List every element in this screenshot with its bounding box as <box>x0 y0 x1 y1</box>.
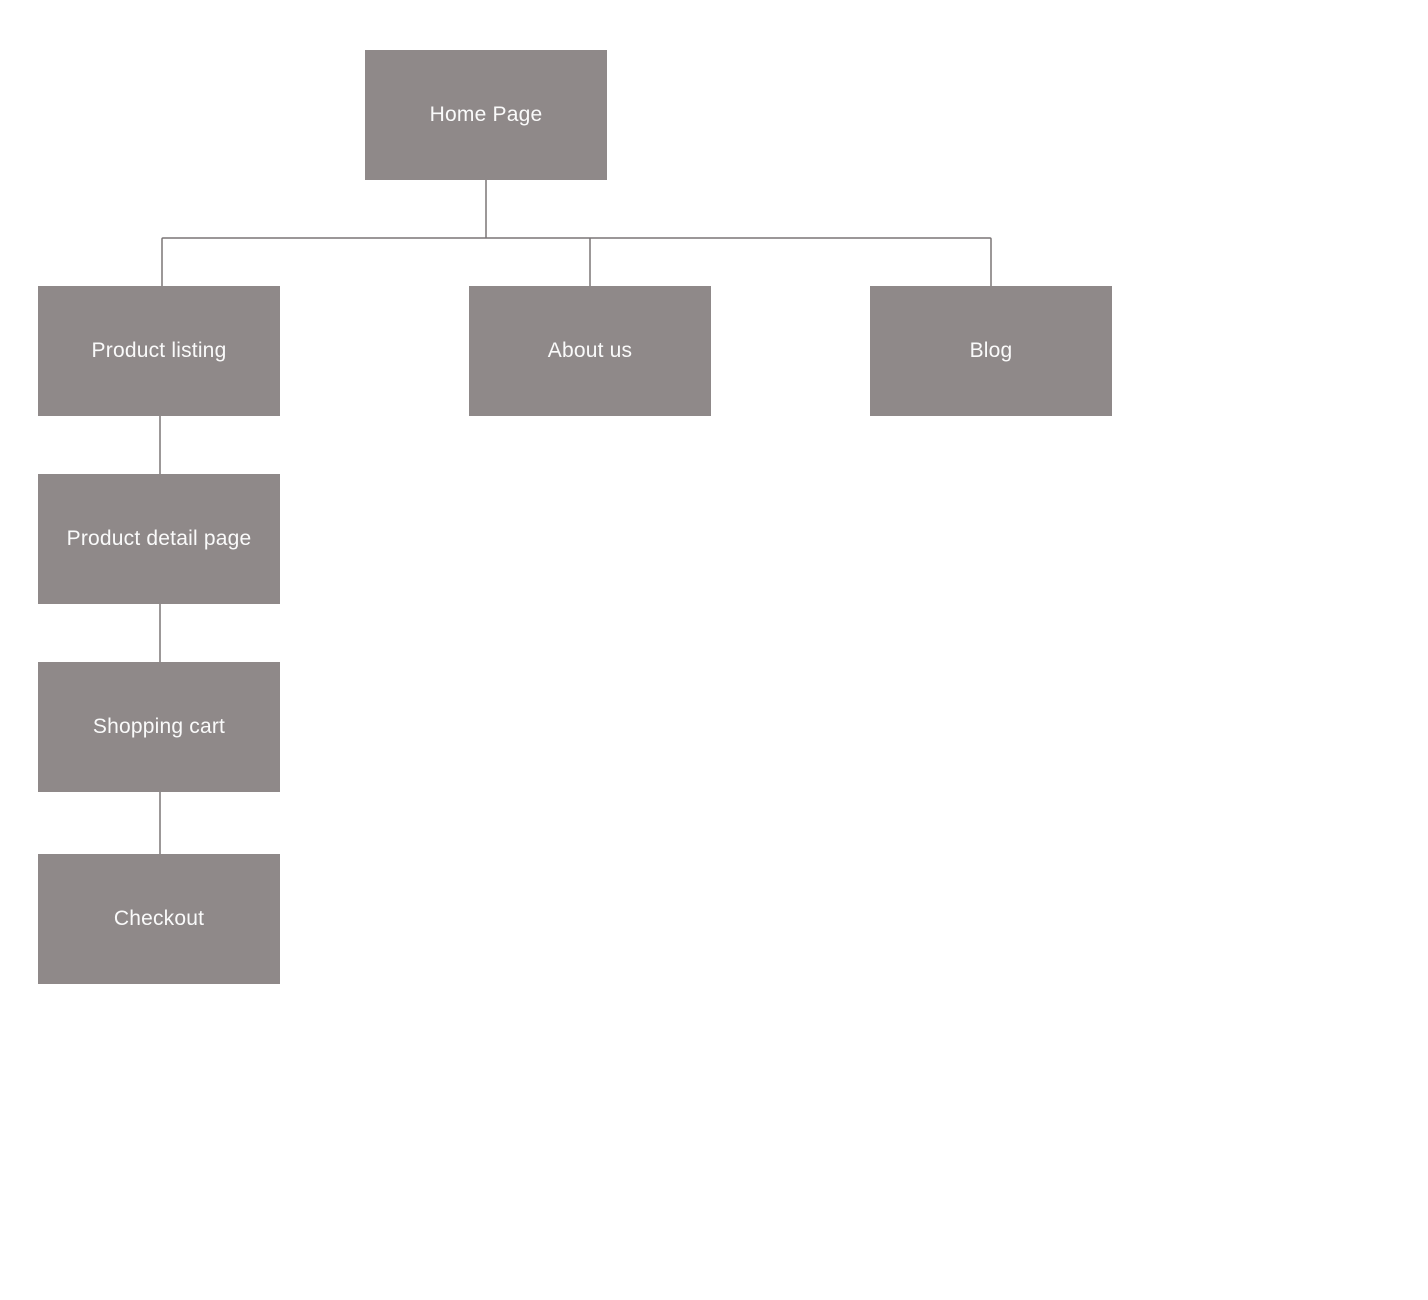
node-home-page: Home Page <box>365 50 607 180</box>
node-blog-label: Blog <box>970 339 1013 363</box>
node-checkout-label: Checkout <box>114 907 204 931</box>
node-shopping-cart-label: Shopping cart <box>93 715 225 739</box>
node-blog: Blog <box>870 286 1112 416</box>
node-shopping-cart: Shopping cart <box>38 662 280 792</box>
node-product-detail: Product detail page <box>38 474 280 604</box>
node-checkout: Checkout <box>38 854 280 984</box>
node-about-us: About us <box>469 286 711 416</box>
node-product-listing-label: Product listing <box>92 339 227 363</box>
node-product-detail-label: Product detail page <box>67 527 252 551</box>
node-home-page-label: Home Page <box>430 103 543 127</box>
connector-lines <box>0 0 1428 1300</box>
node-product-listing: Product listing <box>38 286 280 416</box>
node-about-us-label: About us <box>548 339 633 363</box>
